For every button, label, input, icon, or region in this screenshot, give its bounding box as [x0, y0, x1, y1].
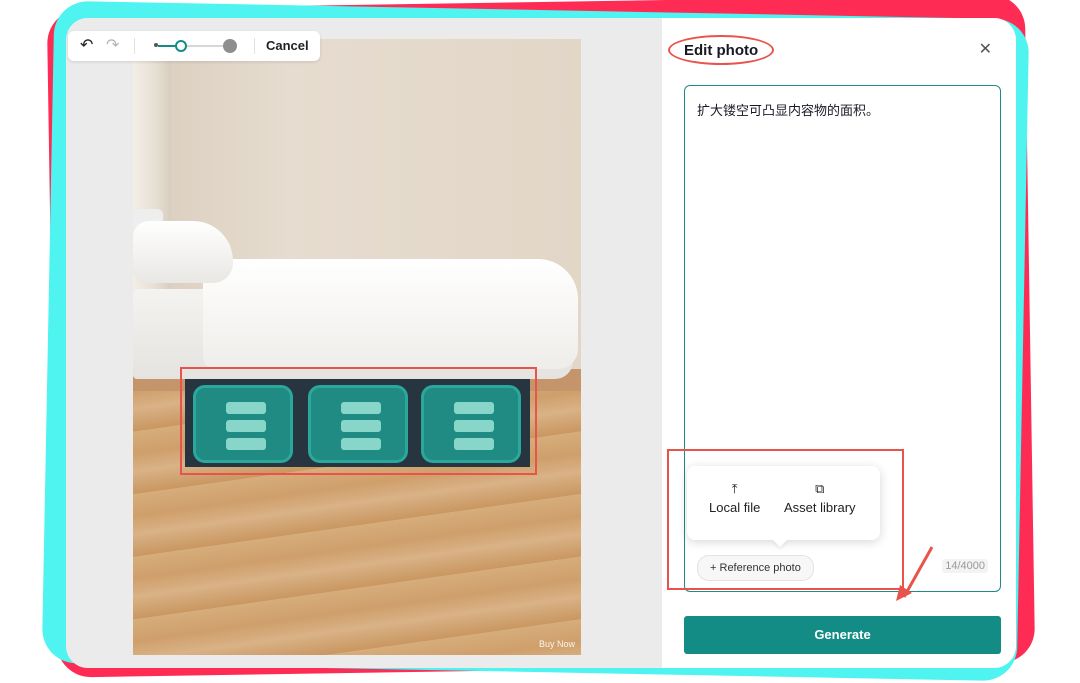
slider-thumb[interactable]	[174, 40, 187, 52]
popover-item-asset-library[interactable]: ⧉ Asset library	[784, 480, 856, 515]
photo-canvas[interactable]: Buy Now ↶ ↷ Cancel	[66, 18, 662, 668]
edit-toolbar: ↶ ↷ Cancel	[68, 31, 320, 61]
cancel-button[interactable]: Cancel	[266, 38, 309, 53]
close-icon[interactable]: ✕	[979, 42, 992, 58]
photo-pillow	[133, 221, 233, 283]
upload-icon: ⤒	[731, 481, 738, 496]
annotation-arrow	[896, 546, 934, 601]
popover-item-label: Local file	[709, 500, 761, 515]
edit-panel: Edit photo ✕ 扩大镂空可凸显内容物的面积。 ⤒ Local file…	[662, 18, 1016, 668]
redo-icon[interactable]: ↷	[106, 37, 119, 55]
popover-item-label: Asset library	[784, 500, 856, 515]
prompt-text[interactable]: 扩大镂空可凸显内容物的面积。	[697, 100, 879, 119]
char-counter: 14/4000	[942, 559, 988, 573]
plus-icon: +	[710, 562, 717, 574]
undo-icon[interactable]: ↶	[80, 37, 93, 55]
reference-photo-popover: ⤒ Local file ⧉ Asset library	[687, 466, 880, 548]
edit-photo-window: Buy Now ↶ ↷ Cancel Edit photo ✕ 扩大镂空可凸显内…	[66, 18, 1016, 668]
photo-buy-now-text: Buy Now	[538, 639, 575, 649]
photo-duvet	[203, 259, 578, 369]
toolbar-divider	[134, 38, 135, 54]
product-photo[interactable]: Buy Now	[133, 39, 581, 655]
brush-large-icon	[223, 39, 237, 53]
asset-library-icon: ⧉	[815, 481, 825, 496]
reference-photo-button[interactable]: + Reference photo	[697, 555, 814, 581]
prompt-textarea[interactable]: 扩大镂空可凸显内容物的面积。 ⤒ Local file ⧉ Asset libr…	[667, 85, 1001, 592]
toolbar-divider	[254, 38, 255, 54]
panel-title: Edit photo	[684, 42, 759, 59]
popover-item-local-file[interactable]: ⤒ Local file	[709, 480, 760, 515]
annotation-highlight-boxes	[180, 367, 537, 475]
generate-button[interactable]: Generate	[684, 616, 1001, 654]
reference-photo-label: Reference photo	[719, 562, 801, 574]
